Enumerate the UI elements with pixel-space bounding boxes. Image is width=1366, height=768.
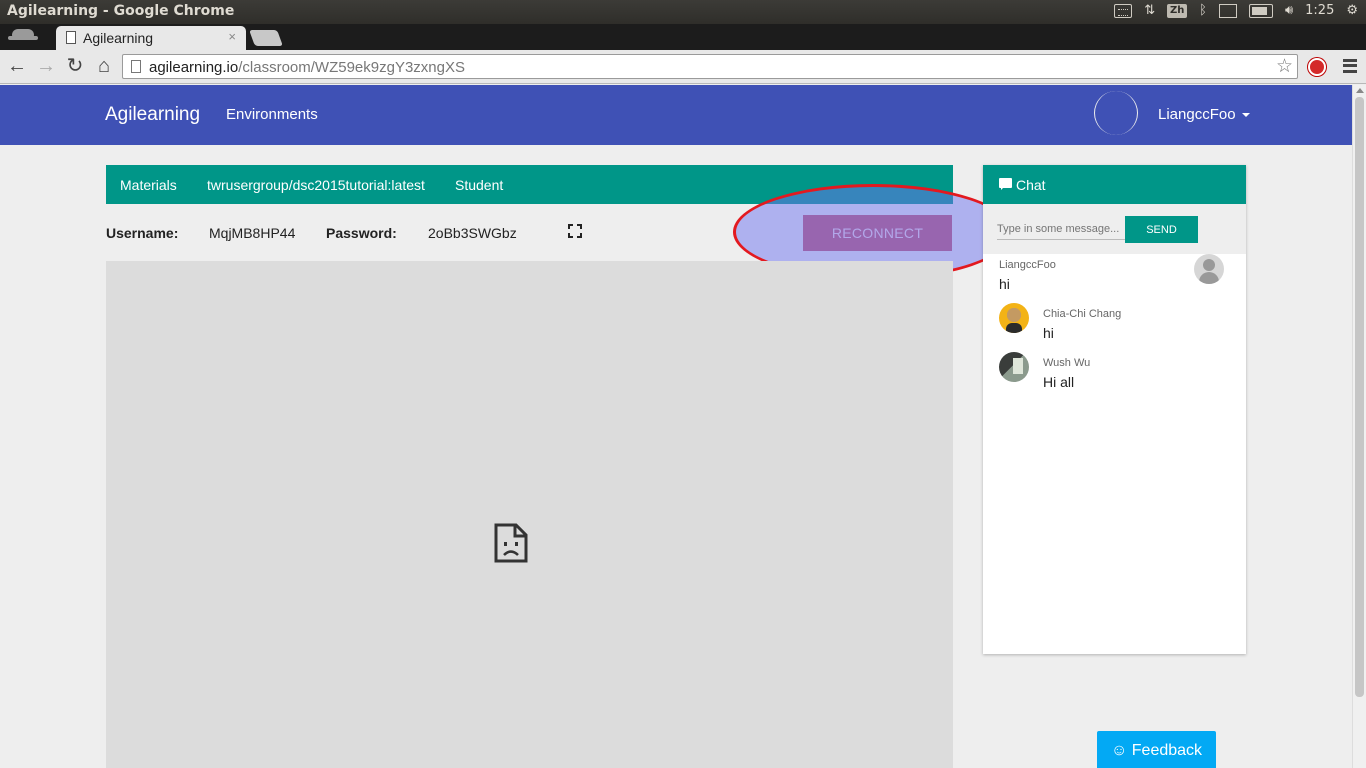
user-name: LiangccFoo: [1158, 106, 1236, 123]
adblock-extension-icon[interactable]: [1308, 58, 1326, 76]
browser-toolbar: ← → ↻ ⌂ agilearning.io/classroom/WZ59ek9…: [0, 50, 1366, 84]
incognito-icon: [6, 26, 40, 48]
password-value: 2oBb3SWGbz: [428, 225, 517, 241]
battery-icon[interactable]: [1248, 3, 1273, 18]
scroll-up-icon[interactable]: [1356, 88, 1364, 93]
message-text: hi: [999, 276, 1010, 292]
chat-header: Chat: [983, 165, 1246, 204]
page-icon: [66, 31, 76, 44]
url-host: agilearning.io: [149, 59, 239, 76]
send-button[interactable]: SEND: [1125, 216, 1198, 243]
tab-title: Agilearning: [83, 30, 154, 46]
scroll-thumb[interactable]: [1355, 97, 1364, 697]
message-text: Hi all: [1043, 374, 1075, 390]
system-tray: ⇅ Zh ᛒ 🔊︎ 1:25 ⚙: [1114, 3, 1358, 18]
message-author: Chia-Chi Chang: [1043, 308, 1122, 320]
close-tab-icon[interactable]: ×: [228, 29, 236, 44]
remote-desktop-viewer[interactable]: [106, 261, 953, 768]
workspace-header: Materials twrusergroup/dsc2015tutorial:l…: [106, 165, 953, 204]
default-avatar-icon: [1194, 254, 1224, 284]
reconnect-button[interactable]: RECONNECT: [803, 215, 952, 251]
user-menu[interactable]: LiangccFoo: [1158, 106, 1250, 123]
gear-icon[interactable]: ⚙: [1346, 3, 1358, 18]
smiley-icon: ☺: [1110, 742, 1128, 759]
chat-message: LiangccFoo hi: [999, 259, 1056, 292]
clock[interactable]: 1:25: [1305, 3, 1334, 18]
chat-message: Wush Wu Hi all: [1043, 357, 1090, 390]
tab-materials[interactable]: Materials: [120, 177, 177, 193]
credentials-bar: Username: MqjMB8HP44 Password: 2oBb3SWGb…: [106, 204, 953, 261]
home-icon[interactable]: ⌂: [93, 55, 115, 77]
message-author: LiangccFoo: [999, 259, 1056, 271]
brand-link[interactable]: Agilearning: [105, 104, 200, 126]
avatar: [999, 352, 1029, 382]
chat-panel: Chat SEND LiangccFoo hi Chia-Chi Chang h…: [983, 165, 1246, 654]
password-label: Password:: [326, 225, 397, 241]
message-text: hi: [1043, 325, 1054, 341]
user-avatar[interactable]: [1094, 91, 1138, 135]
bluetooth-icon[interactable]: ᛒ: [1199, 3, 1207, 18]
browser-tab-strip: Agilearning ×: [0, 24, 1366, 50]
os-title-bar: Agilearning - Google Chrome ⇅ Zh ᛒ 🔊︎ 1:…: [0, 0, 1366, 24]
chat-message: Chia-Chi Chang hi: [1043, 308, 1121, 341]
keyboard-icon[interactable]: [1114, 3, 1133, 18]
feedback-label: Feedback: [1131, 742, 1203, 759]
tab-student[interactable]: Student: [455, 177, 503, 193]
nav-environments[interactable]: Environments: [226, 106, 318, 123]
chat-message-input[interactable]: [997, 218, 1125, 240]
reload-icon[interactable]: ↻: [64, 55, 86, 77]
bookmark-star-icon[interactable]: ☆: [1276, 55, 1293, 78]
chat-bubble-icon: [999, 178, 1012, 190]
address-bar[interactable]: agilearning.io/classroom/WZ59ek9zgY3zxng…: [122, 54, 1298, 79]
caret-down-icon: [1241, 113, 1250, 118]
mail-icon[interactable]: [1218, 3, 1237, 18]
username-value: MqjMB8HP44: [209, 225, 296, 241]
sad-page-icon: [494, 523, 528, 563]
tab-image[interactable]: twrusergroup/dsc2015tutorial:latest: [207, 177, 425, 193]
back-arrow-icon[interactable]: ←: [6, 55, 28, 77]
fullscreen-icon[interactable]: [568, 224, 582, 238]
forward-arrow-icon[interactable]: →: [35, 55, 57, 77]
url-text[interactable]: agilearning.io/classroom/WZ59ek9zgY3zxng…: [149, 59, 465, 76]
page-icon: [131, 60, 141, 73]
url-path: /classroom/WZ59ek9zgY3zxngXS: [238, 59, 465, 76]
message-author: Wush Wu: [1043, 357, 1091, 369]
volume-icon[interactable]: 🔊︎: [1285, 3, 1293, 18]
window-title: Agilearning - Google Chrome: [7, 3, 235, 19]
chat-input-row: SEND: [983, 204, 1246, 254]
page-scrollbar[interactable]: [1352, 85, 1366, 768]
username-label: Username:: [106, 225, 179, 241]
feedback-button[interactable]: ☺ Feedback: [1097, 731, 1216, 768]
avatar: [999, 303, 1029, 333]
browser-tab[interactable]: Agilearning ×: [56, 26, 246, 50]
input-method-icon[interactable]: Zh: [1167, 3, 1188, 18]
site-navbar: Agilearning Environments LiangccFoo: [0, 85, 1352, 145]
new-tab-button[interactable]: [249, 30, 283, 46]
network-arrows-icon[interactable]: ⇅: [1144, 3, 1155, 18]
chat-title: Chat: [1016, 177, 1046, 193]
chrome-menu-icon[interactable]: [1343, 59, 1357, 73]
